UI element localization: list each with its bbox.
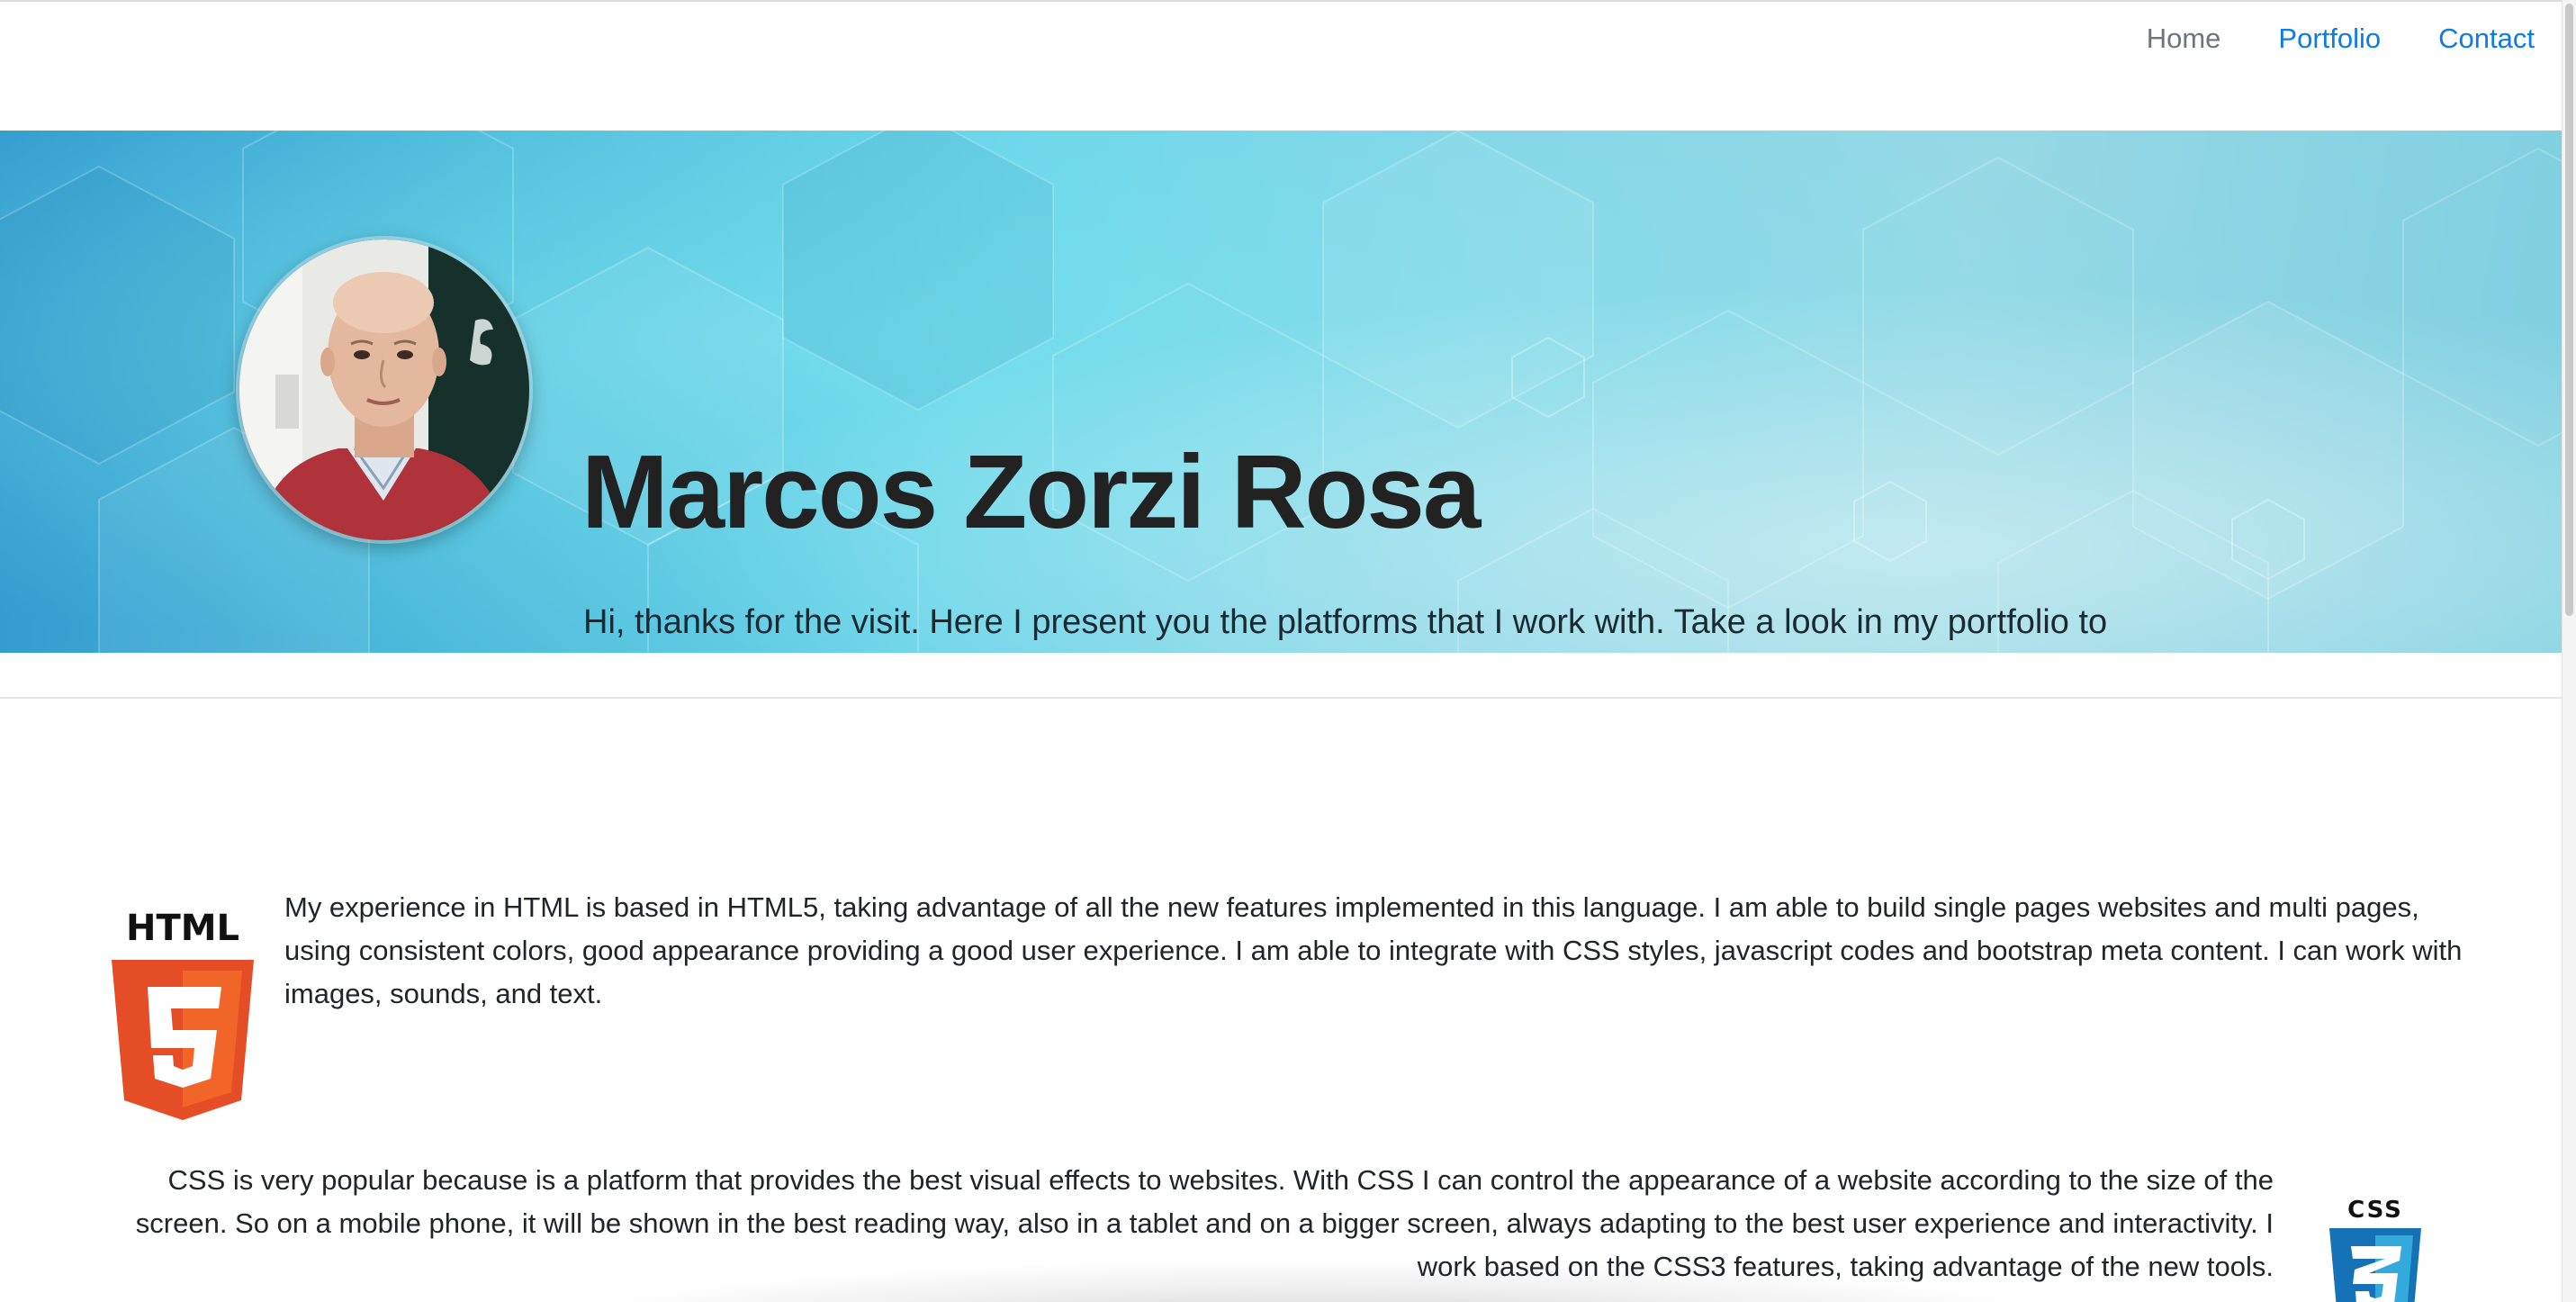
page-scrollbar[interactable] [2562, 0, 2576, 1302]
css3-logo-wordmark: CSS [2347, 1197, 2403, 1224]
section-divider [0, 697, 2562, 699]
avatar-person-icon [239, 240, 529, 540]
nav-link-portfolio[interactable]: Portfolio [2249, 20, 2409, 58]
hero-banner: Marcos Zorzi Rosa Hi, thanks for the vis… [0, 131, 2562, 653]
css3-logo-icon: CSS [2326, 1196, 2425, 1302]
nav-link-home[interactable]: Home [2118, 20, 2250, 58]
html5-logo-wordmark: HTML [126, 908, 239, 949]
hero-name-heading: Marcos Zorzi Rosa [581, 433, 1481, 550]
nav-links: Home Portfolio Contact [2118, 20, 2535, 58]
html-skill-description: My experience in HTML is based in HTML5,… [284, 891, 2463, 1009]
page: Home Portfolio Contact Marcos Zorzi Rosa… [0, 0, 2576, 1302]
nav-link-contact[interactable]: Contact [2409, 20, 2535, 58]
html5-logo-icon: HTML [106, 908, 259, 1122]
navbar: Home Portfolio Contact [0, 2, 2562, 131]
scrollbar-thumb[interactable] [2565, 4, 2573, 616]
css-skill-description: CSS is very popular because is a platfor… [135, 1164, 2274, 1282]
hero-intro-text: Hi, thanks for the visit. Here I present… [583, 603, 2108, 641]
profile-photo [239, 240, 529, 540]
